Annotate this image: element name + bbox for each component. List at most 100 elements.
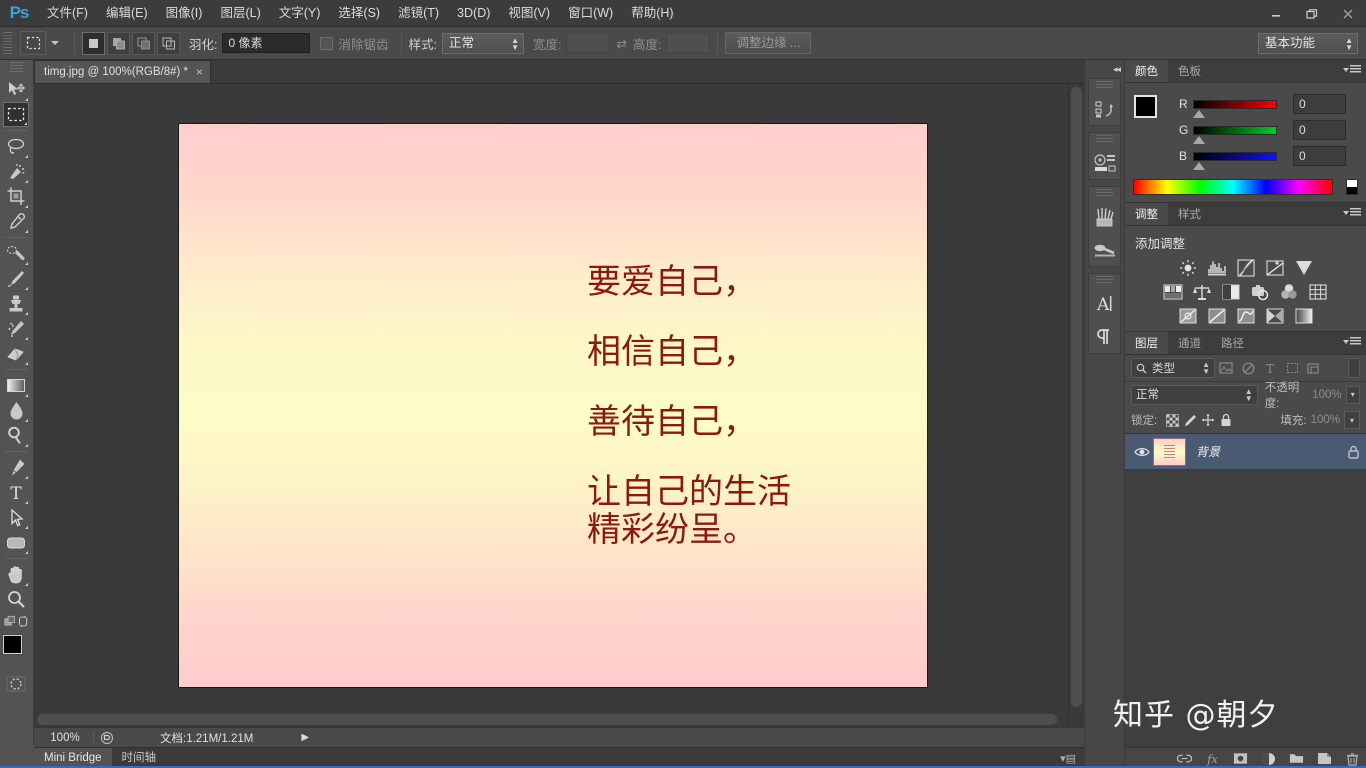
status-expand-icon[interactable]: ▶ [301, 732, 309, 743]
channel-g-slider[interactable] [1193, 125, 1277, 144]
layer-filter-type-select[interactable]: 类型 ▲ ▼ [1131, 358, 1215, 378]
channel-r-slider[interactable] [1193, 99, 1277, 118]
threshold-icon[interactable] [1236, 307, 1256, 325]
shape-tool[interactable] [3, 530, 29, 555]
tools-panel-grip[interactable] [10, 62, 23, 74]
refine-edge-button[interactable]: 调整边缘 ... [725, 32, 812, 54]
brush-presets-panel-button[interactable] [1089, 233, 1120, 266]
history-panel-button[interactable] [1089, 92, 1120, 125]
color-panel-menu-button[interactable] [1343, 65, 1361, 74]
black-white-icon[interactable] [1221, 283, 1241, 301]
move-tool[interactable] [3, 77, 29, 102]
quick-mask-mode-button[interactable] [3, 671, 29, 696]
menu-edit[interactable]: 编辑(E) [97, 0, 157, 27]
type-tool[interactable]: T [3, 480, 29, 505]
swap-colors-icon[interactable] [17, 614, 29, 629]
hue-saturation-icon[interactable] [1163, 283, 1183, 301]
color-balance-icon[interactable] [1192, 283, 1212, 301]
minimize-button[interactable] [1258, 0, 1294, 27]
crop-tool[interactable] [3, 184, 29, 209]
clone-stamp-tool[interactable] [3, 291, 29, 316]
quick-selection-tool[interactable] [3, 159, 29, 184]
document-tab[interactable]: timg.jpg @ 100%(RGB/8#) * × [34, 60, 211, 83]
table-row[interactable]: 背景 [1125, 434, 1366, 470]
vertical-scrollbar-thumb[interactable] [1071, 87, 1082, 707]
layer-visibility-toggle[interactable] [1131, 446, 1153, 458]
tab-layers[interactable]: 图层 [1125, 332, 1168, 354]
history-brush-tool[interactable] [3, 316, 29, 341]
color-spectrum-bw-swatch[interactable] [1346, 179, 1358, 195]
layers-panel-menu-button[interactable] [1343, 337, 1361, 346]
menu-view[interactable]: 视图(V) [499, 0, 559, 27]
intersect-selection-button[interactable] [157, 31, 180, 55]
eyedropper-tool[interactable] [3, 209, 29, 234]
workspace-select[interactable]: 基本功能 ▲ ▼ [1258, 32, 1358, 54]
tab-paths[interactable]: 路径 [1211, 332, 1254, 354]
panel-grip[interactable] [1096, 276, 1113, 285]
horizontal-scrollbar[interactable] [34, 712, 1068, 727]
bottom-tab-timeline[interactable]: 时间轴 [112, 748, 167, 768]
zoom-tool[interactable] [3, 587, 29, 612]
blur-tool[interactable] [3, 398, 29, 423]
hand-tool[interactable] [3, 562, 29, 587]
tab-channels[interactable]: 通道 [1168, 332, 1211, 354]
lock-transparency-icon[interactable] [1163, 411, 1181, 429]
tab-adjustments[interactable]: 调整 [1125, 203, 1168, 225]
brightness-contrast-icon[interactable] [1178, 259, 1198, 277]
options-bar-grip[interactable] [3, 32, 12, 54]
layer-style-button[interactable]: fx [1205, 751, 1220, 766]
bottom-tab-mini-bridge[interactable]: Mini Bridge [34, 747, 112, 768]
vibrance-icon[interactable] [1294, 259, 1314, 277]
tab-swatches[interactable]: 色板 [1168, 60, 1211, 82]
exposure-icon[interactable] [1265, 259, 1285, 277]
menu-window[interactable]: 窗口(W) [559, 0, 622, 27]
panel-grip[interactable] [1096, 135, 1113, 144]
layer-list[interactable]: 背景 [1125, 433, 1366, 768]
canvas-area[interactable]: 要爱自己， 相信自己， 善待自己， 让自己的生活 精彩纷呈。 [34, 84, 1084, 727]
selective-color-icon[interactable] [1265, 307, 1285, 325]
swap-dimensions-icon[interactable]: ⇄ [616, 36, 626, 51]
expand-dock-button[interactable]: ◂◂ [1085, 60, 1124, 78]
style-select[interactable]: 正常 ▲ ▼ [441, 32, 524, 54]
lock-all-icon[interactable] [1217, 411, 1235, 429]
menu-layer[interactable]: 图层(L) [211, 0, 269, 27]
dodge-tool[interactable] [3, 423, 29, 448]
tab-color[interactable]: 颜色 [1125, 60, 1168, 82]
color-panel-foreground-swatch[interactable] [1134, 95, 1157, 118]
restore-button[interactable] [1294, 0, 1330, 27]
menu-filter[interactable]: 滤镜(T) [389, 0, 448, 27]
fill-value[interactable]: 100% [1311, 414, 1340, 426]
lasso-tool[interactable] [3, 134, 29, 159]
channel-b-slider[interactable] [1193, 151, 1277, 170]
levels-icon[interactable] [1207, 259, 1227, 277]
marquee-tool[interactable] [3, 102, 29, 127]
eraser-tool[interactable] [3, 341, 29, 366]
add-to-selection-button[interactable] [107, 31, 130, 55]
channel-b-value[interactable]: 0 [1293, 146, 1346, 166]
zoom-level-field[interactable]: 100% [43, 732, 87, 744]
channel-r-value[interactable]: 0 [1293, 94, 1346, 114]
filter-shape-icon[interactable] [1281, 358, 1303, 378]
color-lookup-icon[interactable] [1308, 283, 1328, 301]
slider-thumb-icon[interactable] [1193, 161, 1205, 170]
new-selection-button[interactable] [82, 31, 105, 55]
close-button[interactable] [1330, 0, 1366, 27]
menu-select[interactable]: 选择(S) [329, 0, 389, 27]
invert-icon[interactable] [1178, 307, 1198, 325]
gradient-map-icon[interactable] [1294, 307, 1314, 325]
menu-3d[interactable]: 3D(D) [448, 0, 499, 27]
actions-panel-button[interactable] [1089, 146, 1120, 179]
close-document-icon[interactable]: × [196, 65, 203, 79]
layer-thumbnail[interactable] [1153, 437, 1186, 466]
opacity-value[interactable]: 100% [1312, 389, 1341, 401]
character-panel-button[interactable]: A [1089, 287, 1120, 320]
new-group-button[interactable] [1289, 751, 1304, 766]
channel-mixer-icon[interactable] [1279, 283, 1299, 301]
active-tool-preview[interactable] [20, 31, 46, 55]
opacity-slider-button[interactable]: ▾ [1345, 385, 1360, 404]
edit-in-quick-mask-toggle-icon[interactable] [4, 614, 17, 629]
color-spectrum-ramp[interactable] [1133, 179, 1333, 195]
antialias-checkbox[interactable] [320, 36, 334, 50]
slider-thumb-icon[interactable] [1193, 109, 1205, 118]
layer-mask-button[interactable] [1233, 751, 1248, 766]
